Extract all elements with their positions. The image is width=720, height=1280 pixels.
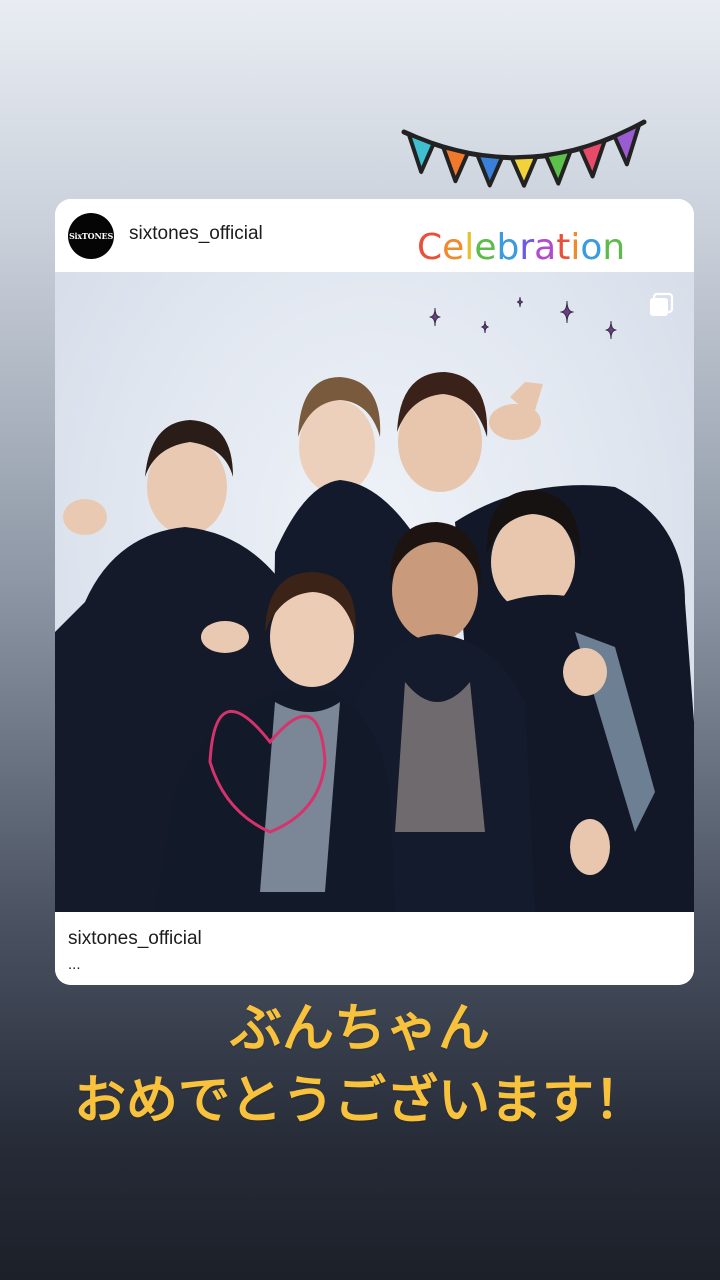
- sparkle-icon: [560, 300, 574, 324]
- sparkle-icon: [429, 307, 441, 327]
- celebration-letter: e: [442, 227, 464, 268]
- message-line-1: ぶんちゃん: [229, 999, 490, 1059]
- post-username[interactable]: sixtones_official: [129, 223, 263, 245]
- celebration-letter: C: [417, 227, 442, 268]
- celebration-letter: i: [570, 227, 580, 268]
- bunting-flag: [475, 152, 505, 188]
- avatar[interactable]: SixTONES: [68, 213, 114, 259]
- celebration-letter: b: [496, 227, 519, 268]
- bunting-flag: [406, 132, 436, 174]
- celebration-letter: n: [602, 227, 625, 268]
- bunting-flag: [543, 148, 573, 186]
- message-line-2: おめでとうございます！: [73, 1071, 646, 1131]
- post-card[interactable]: SixTONES sixtones_official Celebration s…: [55, 199, 694, 985]
- post-photo[interactable]: [55, 272, 694, 912]
- post-caption: sixtones_official ...: [55, 912, 694, 985]
- post-header: SixTONES sixtones_official Celebration: [55, 199, 694, 272]
- caption-username[interactable]: sixtones_official: [68, 928, 202, 950]
- celebration-letter: o: [580, 227, 602, 268]
- sparkle-stickers: [429, 296, 617, 340]
- celebration-letter: r: [519, 227, 534, 268]
- sparkle-icon: [481, 320, 489, 334]
- celebration-letter: l: [464, 227, 474, 268]
- celebration-letter: a: [534, 227, 556, 268]
- celebration-sticker: Celebration: [417, 227, 625, 268]
- group-photo-illustration: [55, 296, 694, 912]
- bunting-flag: [441, 145, 470, 184]
- avatar-logo-text: SixTONES: [68, 231, 114, 241]
- svg-text:Celebration: Celebration: [417, 227, 625, 268]
- multi-photo-icon: [650, 292, 674, 316]
- bunting-flag: [578, 138, 607, 179]
- caption-more-ellipsis[interactable]: ...: [68, 956, 81, 973]
- celebration-letter: t: [556, 227, 570, 268]
- bunting-flag: [509, 154, 539, 188]
- sparkle-icon: [605, 320, 617, 340]
- bunting-flag: [612, 122, 642, 167]
- sparkle-icon: [516, 296, 524, 308]
- celebration-letter: e: [474, 227, 496, 268]
